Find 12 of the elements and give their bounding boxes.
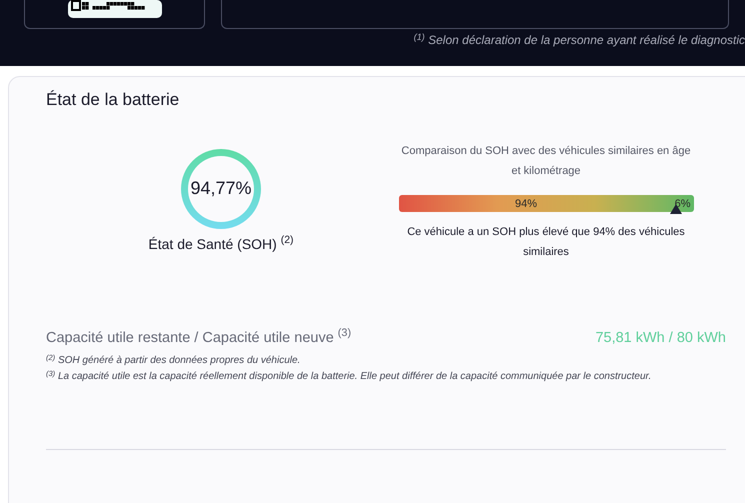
- qr-code-icon: [68, 0, 162, 18]
- banner-footnote: $^{(1)}$ Selon déclaration de la personne ayant réalisé le diagnostic: [414, 31, 745, 49]
- capacity-value: 75,81 kWh / 80 kWh: [595, 328, 726, 348]
- soh-value: 94,77%: [190, 177, 252, 200]
- section-title: État de la batterie: [46, 89, 180, 111]
- lower-share-label: 94%: [514, 196, 537, 212]
- footnote: $^{(3)}$ La capacité utile est la capacité réellement disponible de la batterie. Elle peut différer de la capacité communiquée par le constructeur.: [46, 369, 652, 384]
- comparison-summary: Ce véhicule a un SOH plus élevé que 94% des véhicules similaires: [406, 224, 686, 260]
- capacity-label: Capacité utile restante / Capacité utile neuve $^{(3)}$: [46, 328, 352, 348]
- comparison-title: Comparaison du SOH avec des véhicules similaires en âge et kilométrage: [400, 144, 692, 178]
- footnote: $^{(2)}$ SOH généré à partir des données propres du véhicule.: [46, 353, 302, 368]
- soh-label: État de Santé (SOH) $^{(2)}$: [148, 234, 294, 254]
